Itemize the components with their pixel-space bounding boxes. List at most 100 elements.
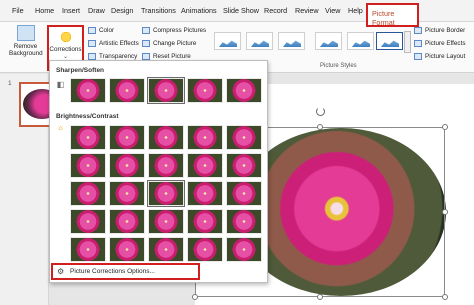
change-picture-icon [142, 40, 150, 47]
brightness-contrast-preset[interactable] [147, 180, 185, 207]
transparency-button[interactable]: Transparency [88, 53, 137, 60]
picture-effects-button[interactable]: Picture Effects [414, 40, 465, 47]
color-label: Color [99, 27, 115, 34]
brightness-contrast-preset[interactable] [226, 125, 262, 150]
brightness-contrast-preset[interactable] [109, 209, 145, 234]
brightness-contrast-preset[interactable] [226, 181, 262, 206]
brightness-contrast-preset[interactable] [70, 125, 106, 150]
artistic-effects-label: Artistic Effects [99, 40, 139, 47]
sharpen-preset[interactable] [147, 77, 185, 104]
resize-handle[interactable] [192, 294, 198, 300]
resize-handle[interactable] [442, 294, 448, 300]
transparency-label: Transparency [99, 53, 138, 60]
picture-corrections-options-button[interactable]: ⚙ Picture Corrections Options... [51, 263, 200, 280]
picture-corrections-options-label: Picture Corrections Options... [70, 268, 155, 275]
picture-layout-label: Picture Layout [425, 53, 466, 60]
reset-picture-button[interactable]: Reset Picture [142, 53, 191, 60]
resize-handle[interactable] [442, 124, 448, 130]
tab-transitions[interactable]: Transitions [141, 6, 176, 18]
tab-animations[interactable]: Animations [181, 6, 217, 18]
brightness-contrast-preset[interactable] [70, 181, 106, 206]
color-button[interactable]: Color [88, 27, 114, 34]
picture-style-2[interactable] [246, 32, 273, 50]
gallery-scroll[interactable] [404, 31, 411, 53]
compress-pictures-icon [142, 27, 150, 34]
artistic-effects-icon [88, 40, 96, 47]
tab-slide-show[interactable]: Slide Show [223, 6, 259, 18]
brightness-contrast-preset[interactable] [187, 153, 223, 178]
slide-number: 1 [8, 80, 12, 87]
sharpen-preset[interactable] [187, 78, 223, 103]
tab-insert[interactable]: Insert [62, 6, 80, 18]
tab-file[interactable]: File [12, 6, 24, 18]
remove-background-icon [16, 25, 35, 41]
brightness-contrast-preset[interactable] [187, 125, 223, 150]
color-icon [88, 27, 96, 34]
brightness-contrast-preset[interactable] [187, 209, 223, 234]
picture-style-5[interactable] [347, 32, 374, 50]
picture-styles-group-label: Picture Styles [320, 63, 357, 69]
brightness-contrast-preset[interactable] [70, 153, 106, 178]
brightness-contrast-preset[interactable] [109, 125, 145, 150]
chevron-down-icon: ⌄ [62, 54, 69, 60]
brightness-contrast-preset[interactable] [109, 153, 145, 178]
brightness-contrast-preset[interactable] [70, 209, 106, 234]
picture-effects-label: Picture Effects [425, 40, 466, 47]
brightness-contrast-preset[interactable] [226, 237, 262, 262]
brightness-contrast-preset[interactable] [148, 237, 184, 262]
remove-background-button[interactable]: Remove Background [9, 25, 43, 65]
picture-style-6[interactable] [376, 32, 403, 50]
picture-border-button[interactable]: Picture Border [414, 27, 465, 34]
compress-pictures-button[interactable]: Compress Pictures [142, 27, 206, 34]
picture-border-label: Picture Border [425, 27, 466, 34]
picture-style-4[interactable] [315, 32, 342, 50]
resize-handle[interactable] [317, 294, 323, 300]
picture-layout-button[interactable]: Picture Layout [414, 53, 465, 60]
tab-view[interactable]: View [325, 6, 340, 18]
rotate-handle-icon[interactable] [316, 107, 325, 116]
tab-draw[interactable]: Draw [88, 6, 105, 18]
brightness-contrast-preset[interactable] [148, 125, 184, 150]
compress-pictures-label: Compress Pictures [153, 27, 207, 34]
picture-effects-icon [414, 40, 422, 47]
change-picture-button[interactable]: Change Picture [142, 40, 196, 47]
picture-style-1[interactable] [214, 32, 241, 50]
tab-design[interactable]: Design [111, 6, 133, 18]
corrections-label: Corrections [49, 46, 82, 53]
tab-picture-format-label: Picture Format [372, 9, 395, 27]
change-picture-label: Change Picture [153, 40, 197, 47]
reset-picture-label: Reset Picture [153, 53, 191, 60]
brightness-contrast-preset[interactable] [226, 209, 262, 234]
brightness-contrast-preset[interactable] [226, 153, 262, 178]
picture-border-icon [414, 27, 422, 34]
sharpen-preset[interactable] [226, 78, 262, 103]
brightness-contrast-preset[interactable] [70, 237, 106, 262]
brightness-contrast-preset[interactable] [187, 181, 223, 206]
tab-home[interactable]: Home [35, 6, 54, 18]
picture-layout-icon [414, 53, 422, 60]
brightness-contrast-preset[interactable] [148, 209, 184, 234]
tab-help[interactable]: Help [348, 6, 363, 18]
corrections-options-icon: ⚙ [57, 267, 65, 276]
sharpen-soften-heading: Sharpen/Soften [56, 67, 105, 74]
brightness-icon: ☼ [56, 123, 65, 132]
artistic-effects-button[interactable]: Artistic Effects [88, 40, 139, 47]
transparency-icon [88, 53, 96, 60]
brightness-contrast-preset[interactable] [109, 181, 145, 206]
brightness-contrast-heading: Brightness/Contrast [56, 113, 119, 120]
sharpen-preset[interactable] [70, 78, 106, 103]
corrections-sun-icon [57, 29, 74, 45]
tab-picture-format[interactable]: Picture Format [366, 3, 419, 27]
tab-review[interactable]: Review [295, 6, 319, 18]
picture-style-3[interactable] [278, 32, 305, 50]
brightness-contrast-preset[interactable] [109, 237, 145, 262]
brightness-contrast-preset[interactable] [187, 237, 223, 262]
tab-record[interactable]: Record [264, 6, 287, 18]
brightness-contrast-preset[interactable] [148, 153, 184, 178]
resize-handle[interactable] [317, 124, 323, 130]
sharpen-preset[interactable] [109, 78, 145, 103]
sharpen-icon: ◧ [56, 80, 65, 89]
resize-handle[interactable] [442, 209, 448, 215]
corrections-dropdown: Sharpen/Soften ◧ Brightness/Contrast ☼ ⚙… [49, 60, 268, 283]
reset-picture-icon [142, 53, 150, 60]
